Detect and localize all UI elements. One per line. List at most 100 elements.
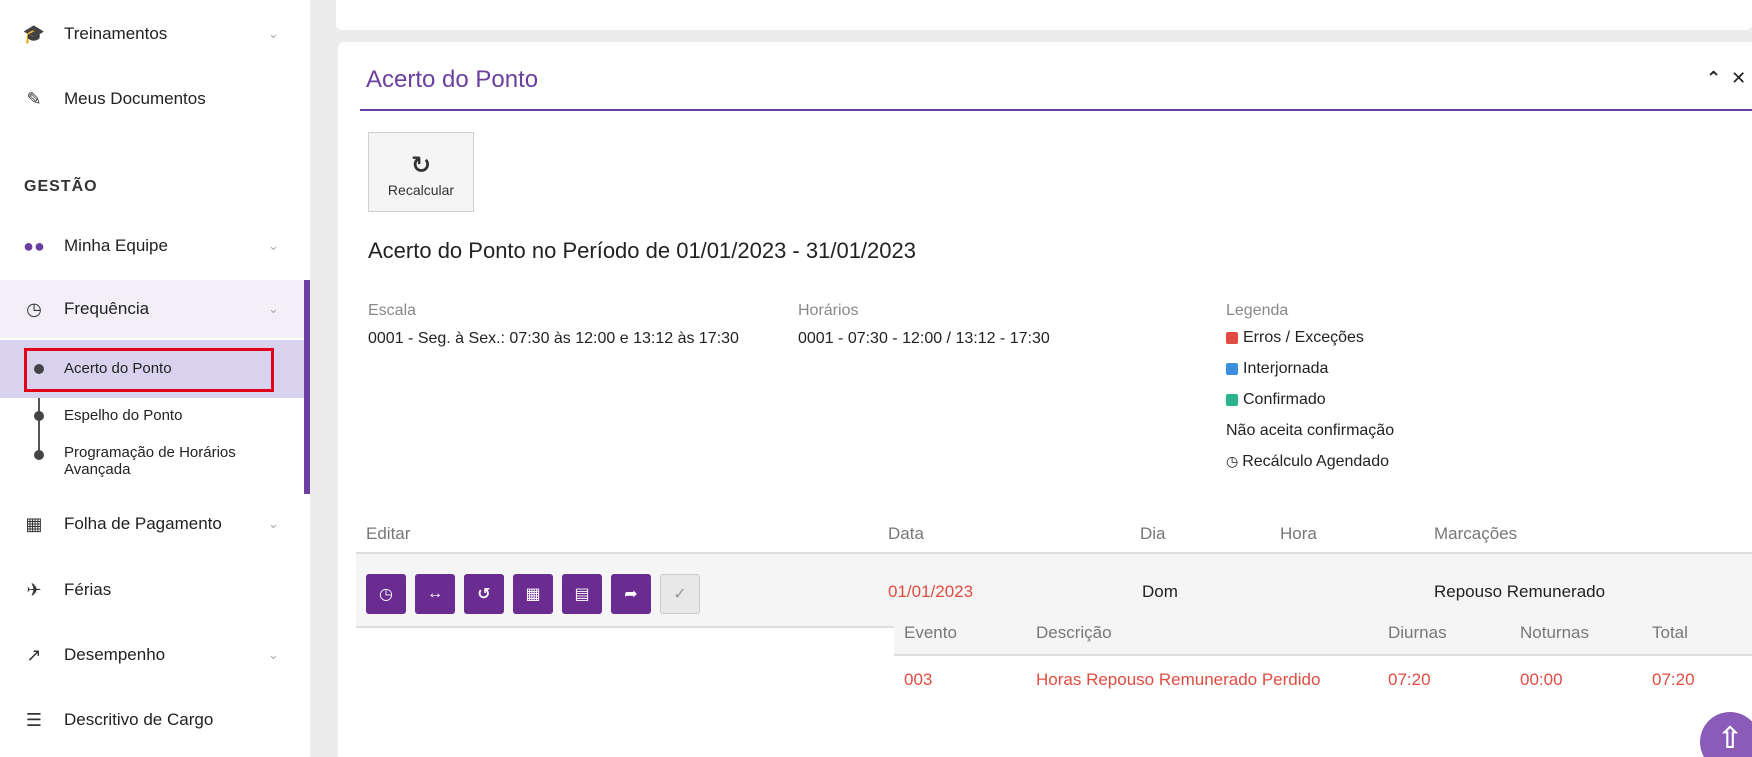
bullet-icon xyxy=(34,411,44,421)
period-title: Acerto do Ponto no Período de 01/01/2023… xyxy=(368,238,916,263)
legend-swatch xyxy=(1226,393,1238,406)
panel-title: Acerto do Ponto xyxy=(366,66,539,93)
clock-button[interactable]: ◷ xyxy=(366,574,406,614)
check-icon: ✓ xyxy=(673,586,687,603)
col-marcacoes: Marcações xyxy=(1434,524,1518,543)
legenda-label: Legenda xyxy=(1226,302,1289,319)
legend-swatch xyxy=(1226,331,1238,344)
legend-item-interjornada: Interjornada xyxy=(1226,353,1394,384)
bullet-icon xyxy=(34,450,44,460)
submenu-item-espelho-do-ponto[interactable]: Espelho do Ponto xyxy=(0,398,304,434)
submenu-item-label: Espelho do Ponto xyxy=(64,407,183,424)
confirm-button[interactable]: ✓ xyxy=(660,574,700,614)
legend-item-nao-aceita: Não aceita confirmação xyxy=(1226,415,1394,446)
escala-value: 0001 - Seg. à Sex.: 07:30 às 12:00 e 13:… xyxy=(368,330,739,347)
event-noturnas: 00:00 xyxy=(1520,670,1563,689)
calendar-button[interactable]: ▦ xyxy=(513,574,553,614)
col-diurnas: Diurnas xyxy=(1388,623,1447,642)
submenu-item-label: Programação de Horários Avançada xyxy=(64,444,236,478)
sidebar-item-label: Meus Documentos xyxy=(64,89,206,108)
line-chart-icon: ↗ xyxy=(26,644,42,665)
escala-label: Escala xyxy=(368,302,417,319)
plane-icon: ✈ xyxy=(26,579,42,600)
list-icon: ☰ xyxy=(25,709,43,730)
refresh-icon: ↻ xyxy=(410,152,432,179)
horarios-block: Horários 0001 - 07:30 - 12:00 / 13:12 - … xyxy=(798,302,1050,348)
swap-button[interactable]: ↔ xyxy=(415,574,455,614)
col-editar: Editar xyxy=(366,524,411,543)
legend-item-confirmado: Confirmado xyxy=(1226,384,1394,415)
history-icon: ↺ xyxy=(477,586,491,603)
sidebar-item-label: Descritivo de Cargo xyxy=(64,710,214,729)
sidebar: 🎓 Treinamentos ⌄ ✎ Meus Documentos GESTÃ… xyxy=(0,0,310,757)
sidebar-item-treinamentos[interactable]: 🎓 Treinamentos ⌄ xyxy=(0,9,310,59)
sidebar-item-desempenho[interactable]: ↗ Desempenho ⌄ xyxy=(0,630,310,680)
legend-item-erros: Erros / Exceções xyxy=(1226,322,1394,353)
history-button[interactable]: ↺ xyxy=(464,574,504,614)
highlight-box xyxy=(24,348,274,392)
users-icon: ●● xyxy=(23,235,45,256)
horarios-value: 0001 - 07:30 - 12:00 / 13:12 - 17:30 xyxy=(798,330,1050,347)
share-arrow-icon: ➦ xyxy=(624,586,638,603)
recalcular-button[interactable]: ↻ Recalcular xyxy=(368,132,474,212)
horarios-label: Horários xyxy=(798,302,859,319)
escala-block: Escala 0001 - Seg. à Sex.: 07:30 às 12:0… xyxy=(368,302,739,348)
sidebar-item-label: Folha de Pagamento xyxy=(64,514,222,533)
sidebar-item-label: Frequência xyxy=(64,299,150,318)
sidebar-item-folha-de-pagamento[interactable]: ▦ Folha de Pagamento ⌄ xyxy=(0,499,310,549)
sidebar-item-meus-documentos[interactable]: ✎ Meus Documentos xyxy=(0,74,310,124)
document-icon: ▤ xyxy=(574,586,590,603)
sidebar-item-label: Férias xyxy=(64,580,112,599)
calendar-icon: ▦ xyxy=(525,586,541,603)
clock-icon: ◷ xyxy=(26,298,42,319)
top-card xyxy=(336,0,1752,30)
forward-button[interactable]: ➦ xyxy=(611,574,651,614)
legenda-block: Legenda Erros / Exceções Interjornada Co… xyxy=(1226,302,1394,477)
col-total: Total xyxy=(1652,623,1688,642)
events-table-header: Evento Descrição Diurnas Noturnas Total xyxy=(894,606,1752,656)
graduation-cap-icon: 🎓 xyxy=(22,23,46,44)
chevron-down-icon: ⌄ xyxy=(268,26,279,41)
event-total: 07:20 xyxy=(1652,670,1695,689)
events-table-row: 003 Horas Repouso Remunerado Perdido 07:… xyxy=(894,656,1752,757)
document-button[interactable]: ▤ xyxy=(562,574,602,614)
edit-document-icon: ✎ xyxy=(26,88,42,109)
col-hora: Hora xyxy=(1280,524,1317,543)
clock-icon: ◷ xyxy=(1226,453,1239,469)
sidebar-item-minha-equipe[interactable]: ●● Minha Equipe ⌄ xyxy=(0,221,310,271)
legend-label: Erros / Exceções xyxy=(1243,328,1364,346)
calculator-icon: ▦ xyxy=(25,513,43,534)
col-descricao: Descrição xyxy=(1036,623,1112,642)
event-diurnas: 07:20 xyxy=(1388,670,1431,689)
collapse-icon[interactable]: ⌃ xyxy=(1706,68,1731,88)
chevron-down-icon: ⌄ xyxy=(268,516,279,531)
legend-label: Confirmado xyxy=(1243,390,1326,408)
row-dia: Dom xyxy=(1142,582,1178,601)
sidebar-item-label: Treinamentos xyxy=(64,24,168,43)
panel-controls: ⌃✕ xyxy=(1706,68,1752,89)
col-noturnas: Noturnas xyxy=(1520,623,1589,642)
legend-label: Recálculo Agendado xyxy=(1242,452,1389,470)
legend-swatch xyxy=(1226,362,1238,375)
legend-item-recalculo: ◷ Recálculo Agendado xyxy=(1226,446,1394,477)
panel-divider xyxy=(360,109,1752,111)
legend-label: Interjornada xyxy=(1243,359,1329,377)
submenu-item-programacao-horarios[interactable]: Programação de Horários Avançada xyxy=(0,434,304,490)
sidebar-item-ferias[interactable]: ✈ Férias xyxy=(0,565,310,615)
col-evento: Evento xyxy=(904,623,957,642)
table-header: Editar Data Dia Hora Marcações xyxy=(356,510,1752,554)
chevron-down-icon: ⌄ xyxy=(268,647,279,662)
col-data: Data xyxy=(888,524,924,543)
clock-icon: ◷ xyxy=(379,586,393,603)
recalcular-label: Recalcular xyxy=(387,182,455,198)
chevron-down-icon: ⌄ xyxy=(268,301,279,316)
close-icon[interactable]: ✕ xyxy=(1731,68,1752,88)
event-code: 003 xyxy=(904,670,933,689)
arrows-horizontal-icon: ↔ xyxy=(427,585,443,602)
sidebar-item-descritivo-de-cargo[interactable]: ☰ Descritivo de Cargo xyxy=(0,695,310,745)
edit-buttons: ◷ ↔ ↺ ▦ ▤ ➦ ✓ xyxy=(366,574,700,614)
event-description: Horas Repouso Remunerado Perdido xyxy=(1036,670,1321,689)
sidebar-item-frequencia[interactable]: ◷ Frequência ⌄ xyxy=(0,284,310,334)
row-marcacoes: Repouso Remunerado xyxy=(1434,582,1606,601)
row-data: 01/01/2023 xyxy=(888,582,974,601)
